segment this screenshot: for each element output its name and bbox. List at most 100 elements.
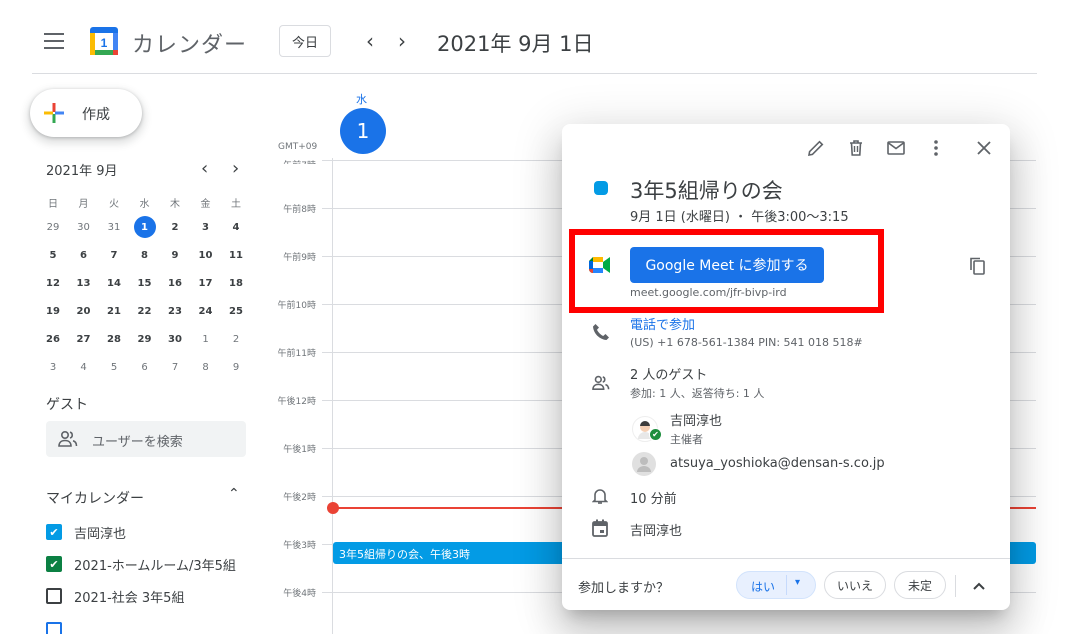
- rsvp-yes-button[interactable]: はい ▾: [736, 571, 816, 599]
- mini-weekday-label: 水: [139, 198, 150, 210]
- phone-icon: [589, 320, 613, 344]
- calendar-icon: [588, 516, 612, 540]
- join-by-phone-link[interactable]: 電話で参加: [630, 314, 695, 333]
- my-calendars-heading: マイカレンダー: [46, 491, 144, 507]
- mini-weekday-label: 金: [200, 198, 211, 210]
- current-date-title: 2021年 9月 1日: [437, 32, 594, 56]
- mini-day[interactable]: 4: [69, 353, 99, 381]
- mini-day[interactable]: 2: [160, 213, 190, 241]
- guests-heading: ゲスト: [46, 397, 88, 413]
- mini-day[interactable]: 31: [99, 213, 129, 241]
- calendar-item[interactable]: ✔ 2021-ホームルーム/3年5組: [46, 552, 236, 576]
- mini-day[interactable]: 29: [130, 325, 160, 353]
- checkbox-partial[interactable]: [46, 622, 62, 634]
- day-number[interactable]: 1: [340, 108, 386, 154]
- mini-day[interactable]: 25: [221, 297, 251, 325]
- mini-day[interactable]: 20: [69, 297, 99, 325]
- hour-label: 午前9時: [283, 253, 316, 263]
- rsvp-question: 参加しますか？: [578, 581, 670, 596]
- mini-day[interactable]: 30: [160, 325, 190, 353]
- calendar-item[interactable]: ✔ 吉岡淳也: [46, 520, 126, 544]
- copy-icon[interactable]: [965, 254, 989, 278]
- mini-day[interactable]: 5: [38, 241, 68, 269]
- hour-label: 午前8時: [283, 205, 316, 215]
- checkbox-unchecked[interactable]: [46, 588, 62, 604]
- calendar-item[interactable]: 2021-社会 3年5組: [46, 584, 184, 608]
- mini-day[interactable]: 8: [130, 241, 160, 269]
- prev-day-button[interactable]: ‹: [357, 28, 383, 54]
- checkbox-checked[interactable]: ✔: [46, 524, 62, 540]
- mini-day[interactable]: 7: [160, 353, 190, 381]
- mini-day[interactable]: 16: [160, 269, 190, 297]
- mini-day[interactable]: 17: [191, 269, 221, 297]
- mini-day[interactable]: 10: [191, 241, 221, 269]
- main-menu-button[interactable]: [44, 32, 66, 50]
- guest-avatar: [632, 452, 656, 476]
- mini-day[interactable]: 5: [99, 353, 129, 381]
- current-time-dot: [327, 502, 339, 514]
- mini-day[interactable]: 15: [130, 269, 160, 297]
- mini-day-selected[interactable]: 1: [130, 213, 160, 241]
- mini-prev-month-button[interactable]: ‹: [201, 158, 208, 179]
- mini-next-month-button[interactable]: ›: [232, 158, 239, 179]
- mini-day[interactable]: 7: [99, 241, 129, 269]
- mini-day[interactable]: 3: [191, 213, 221, 241]
- people-icon: [58, 430, 78, 447]
- mini-day[interactable]: 1: [191, 325, 221, 353]
- edit-icon[interactable]: [804, 136, 828, 160]
- mini-day[interactable]: 6: [69, 241, 99, 269]
- rsvp-no-button[interactable]: いいえ: [824, 571, 886, 599]
- mini-day[interactable]: 3: [38, 353, 68, 381]
- email-icon[interactable]: [884, 136, 908, 160]
- meet-highlight-box: [569, 229, 884, 313]
- mini-day[interactable]: 21: [99, 297, 129, 325]
- mini-day[interactable]: 14: [99, 269, 129, 297]
- chevron-up-icon[interactable]: [967, 574, 991, 598]
- next-day-button[interactable]: ›: [389, 28, 415, 54]
- mini-day[interactable]: 13: [69, 269, 99, 297]
- accepted-check-icon: ✔: [649, 428, 662, 441]
- mini-day[interactable]: 24: [191, 297, 221, 325]
- event-title: 3年5組帰りの会: [630, 179, 783, 203]
- mini-day[interactable]: 19: [38, 297, 68, 325]
- mini-day[interactable]: 23: [160, 297, 190, 325]
- mini-day[interactable]: 22: [130, 297, 160, 325]
- plus-icon: [44, 103, 64, 123]
- guest-search-input[interactable]: ユーザーを検索: [46, 421, 246, 457]
- mini-day[interactable]: 29: [38, 213, 68, 241]
- today-button[interactable]: 今日: [279, 25, 331, 57]
- mini-day[interactable]: 9: [160, 241, 190, 269]
- event-details-popup: 3年5組帰りの会 9月 1日 (水曜日) ・ 午後3:00～3:15 Googl…: [562, 124, 1010, 610]
- event-block-label: 3年5組帰りの会、午後3時: [339, 548, 470, 561]
- mini-day[interactable]: 18: [221, 269, 251, 297]
- create-button[interactable]: 作成: [30, 89, 142, 137]
- mini-day[interactable]: 9: [221, 353, 251, 381]
- mini-weekday-label: 日: [48, 198, 58, 210]
- mini-day[interactable]: 26: [38, 325, 68, 353]
- close-icon[interactable]: [972, 136, 996, 160]
- guest-role: 主催者: [670, 433, 703, 446]
- phone-detail: (US) +1 678-561-1384 PIN: 541 018 518#: [630, 336, 863, 349]
- rsvp-split: [786, 575, 787, 595]
- mini-day[interactable]: 8: [191, 353, 221, 381]
- mini-day[interactable]: 11: [221, 241, 251, 269]
- trash-icon[interactable]: [844, 136, 868, 160]
- dropdown-arrow-icon[interactable]: ▾: [795, 577, 800, 588]
- mini-day[interactable]: 27: [69, 325, 99, 353]
- chevron-up-icon[interactable]: ⌃: [228, 486, 240, 502]
- more-options-icon[interactable]: [924, 136, 948, 160]
- mini-calendar-title: 2021年 9月: [46, 164, 118, 179]
- mini-day[interactable]: 30: [69, 213, 99, 241]
- checkbox-checked[interactable]: ✔: [46, 556, 62, 572]
- mini-day[interactable]: 2: [221, 325, 251, 353]
- mini-day[interactable]: 12: [38, 269, 68, 297]
- rsvp-maybe-button[interactable]: 未定: [894, 571, 946, 599]
- mini-weekday-label: 土: [231, 198, 241, 210]
- rsvp-yes-label: はい: [751, 580, 776, 594]
- create-button-label: 作成: [82, 107, 110, 123]
- guests-icon: [589, 371, 613, 395]
- mini-day[interactable]: 4: [221, 213, 251, 241]
- mini-day[interactable]: 6: [130, 353, 160, 381]
- mini-day[interactable]: 28: [99, 325, 129, 353]
- bell-icon: [588, 484, 612, 508]
